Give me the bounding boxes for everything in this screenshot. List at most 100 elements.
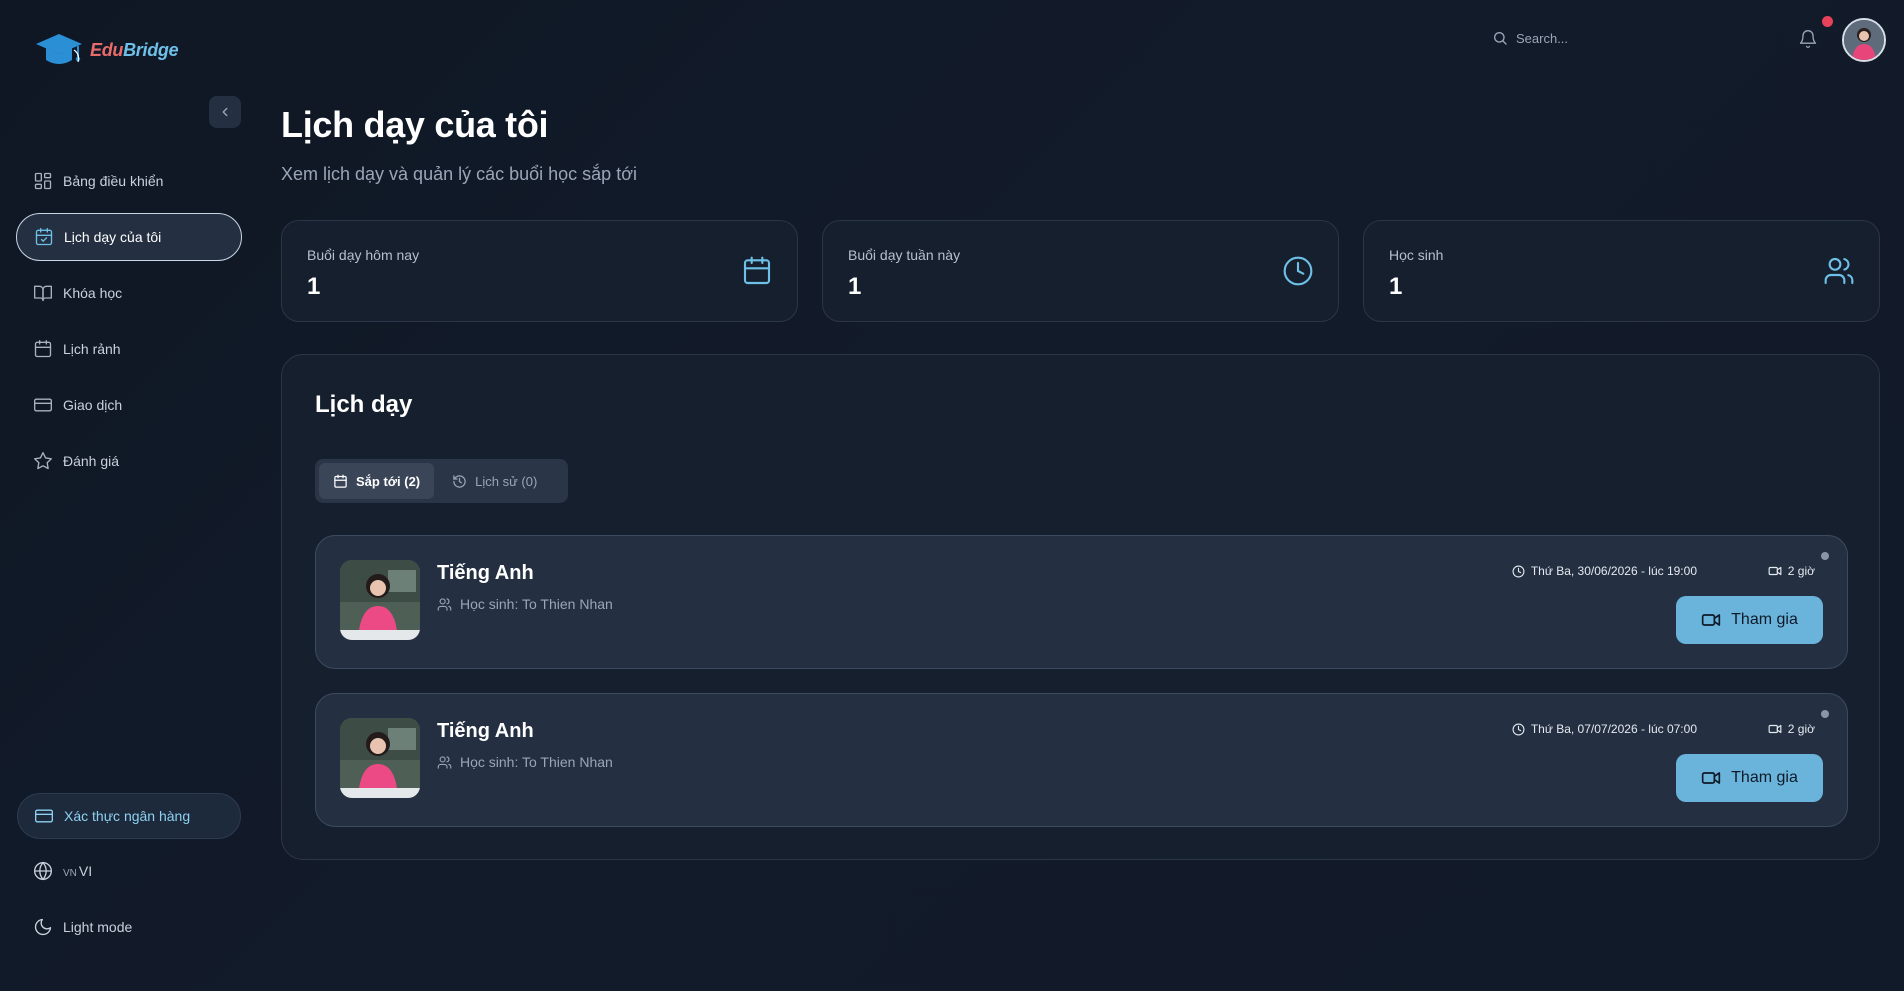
logo-text-bridge: Bridge (123, 39, 179, 60)
bell-icon (1799, 30, 1817, 49)
collapse-sidebar-button[interactable] (209, 96, 241, 128)
stat-card-week: Buổi dạy tuần này 1 (822, 220, 1339, 322)
lesson-duration-label: 2 giờ (1787, 722, 1815, 736)
lesson-student-label: Học sinh: To Thien Nhan (460, 596, 613, 612)
calendar-icon (334, 474, 347, 488)
join-button[interactable]: Tham gia (1676, 754, 1823, 802)
logo-text-edu: Edu (90, 39, 124, 60)
tab-label: Sắp tới (2) (356, 473, 421, 489)
sidebar-item-label: Lịch rảnh (63, 341, 121, 357)
lesson-duration-label: 2 giờ (1787, 564, 1815, 578)
tab-upcoming[interactable]: Sắp tới (2) (319, 463, 435, 499)
clock-icon (1512, 565, 1525, 577)
users-icon (1824, 257, 1854, 285)
sidebar-item-availability[interactable]: Lịch rảnh (16, 325, 242, 373)
search-placeholder: Search... (1516, 30, 1569, 46)
page-subtitle: Xem lịch dạy và quản lý các buổi học sắp… (281, 164, 637, 184)
stat-value: 1 (307, 273, 321, 300)
stat-card-today: Buổi dạy hôm nay 1 (281, 220, 798, 322)
schedule-panel: Lịch dạy Sắp tới (2) Lịch sử (0) Tiếng A… (281, 354, 1880, 860)
lesson-card: Tiếng Anh Học sinh: To Thien Nhan Thứ Ba… (315, 535, 1848, 669)
lesson-thumbnail (340, 718, 420, 798)
sidebar-item-dashboard[interactable]: Bảng điều khiển (16, 157, 242, 205)
logo[interactable]: EduBridge (34, 30, 179, 70)
sidebar-item-my-schedule[interactable]: Lịch dạy của tôi (16, 213, 242, 261)
tab-history[interactable]: Lịch sử (0) (438, 463, 551, 499)
lesson-time: Thứ Ba, 30/06/2026 - lúc 19:00 (1512, 564, 1697, 578)
join-button-label: Tham gia (1731, 769, 1798, 786)
bank-verification-button[interactable]: Xác thực ngân hàng (17, 793, 241, 839)
star-icon (34, 452, 52, 470)
language-label: VI (78, 863, 93, 879)
lesson-thumbnail (340, 560, 420, 640)
clock-icon (1512, 723, 1525, 735)
notification-button[interactable] (1798, 29, 1818, 49)
join-button-label: Tham gia (1731, 611, 1798, 628)
lesson-student: Học sinh: To Thien Nhan (437, 596, 613, 612)
calendar-icon (34, 340, 52, 358)
logo-text: EduBridge (90, 39, 179, 61)
lesson-duration: 2 giờ (1768, 722, 1815, 736)
sidebar-item-reviews[interactable]: Đánh giá (16, 437, 242, 485)
lesson-time-label: Thứ Ba, 07/07/2026 - lúc 07:00 (1530, 722, 1697, 736)
search-bar[interactable]: Search... (1492, 30, 1568, 46)
sidebar-item-label: Bảng điều khiển (63, 173, 164, 189)
video-icon (1768, 566, 1782, 576)
lesson-student: Học sinh: To Thien Nhan (437, 754, 613, 770)
video-icon (1768, 724, 1782, 734)
sidebar-item-label: Lịch dạy của tôi (64, 229, 162, 245)
lesson-student-label: Học sinh: To Thien Nhan (460, 754, 613, 770)
stat-value: 1 (1389, 273, 1403, 300)
join-button[interactable]: Tham gia (1676, 596, 1823, 644)
globe-icon (34, 861, 52, 881)
bank-verification-label: Xác thực ngân hàng (64, 808, 191, 824)
users-icon (437, 755, 452, 769)
calendar-check-icon (35, 228, 53, 246)
tab-label: Lịch sử (0) (475, 473, 538, 489)
notification-badge (1822, 16, 1833, 27)
moon-icon (34, 918, 52, 936)
lesson-time: Thứ Ba, 07/07/2026 - lúc 07:00 (1512, 722, 1697, 736)
user-avatar[interactable] (1842, 18, 1886, 62)
schedule-tabs: Sắp tới (2) Lịch sử (0) (315, 459, 568, 503)
status-dot (1821, 710, 1829, 718)
sidebar: EduBridge Bảng điều khiển Lịch dạy của t… (0, 0, 262, 991)
graduation-cap-icon (36, 34, 82, 64)
search-icon (1494, 32, 1507, 45)
clock-icon (1283, 256, 1313, 286)
sidebar-item-transactions[interactable]: Giao dịch (16, 381, 242, 429)
credit-card-icon (34, 398, 52, 412)
stat-label: Buổi dạy tuần này (848, 247, 961, 263)
language-flag: VN (63, 868, 77, 879)
history-icon (453, 474, 466, 488)
schedule-title: Lịch dạy (315, 391, 413, 418)
sidebar-item-label: Giao dịch (63, 397, 123, 413)
page-title: Lịch dạy của tôi (281, 104, 549, 145)
language-switcher[interactable]: VN VI (33, 861, 92, 881)
teacher-photo (340, 718, 420, 798)
lesson-time-label: Thứ Ba, 30/06/2026 - lúc 19:00 (1530, 564, 1697, 578)
stat-value: 1 (848, 273, 862, 300)
lesson-course: Tiếng Anh (437, 720, 534, 742)
users-icon (437, 597, 452, 611)
theme-toggle[interactable]: Light mode (33, 917, 132, 937)
sidebar-item-label: Khóa học (63, 285, 123, 301)
teacher-photo (340, 560, 420, 640)
dashboard-icon (34, 172, 52, 190)
book-icon (34, 285, 52, 302)
credit-card-icon (35, 809, 53, 823)
avatar-image (1844, 20, 1884, 60)
video-icon (1701, 614, 1721, 626)
video-icon (1701, 772, 1721, 784)
lesson-course: Tiếng Anh (437, 562, 534, 584)
sidebar-item-courses[interactable]: Khóa học (16, 269, 242, 317)
sidebar-item-label: Đánh giá (63, 453, 120, 469)
stat-label: Học sinh (1389, 247, 1444, 263)
stat-label: Buổi dạy hôm nay (307, 247, 420, 263)
theme-toggle-label: Light mode (63, 919, 133, 935)
calendar-icon (743, 256, 771, 285)
stat-card-students: Học sinh 1 (1363, 220, 1880, 322)
lesson-duration: 2 giờ (1768, 564, 1815, 578)
chevron-left-icon (222, 107, 228, 117)
status-dot (1821, 552, 1829, 560)
